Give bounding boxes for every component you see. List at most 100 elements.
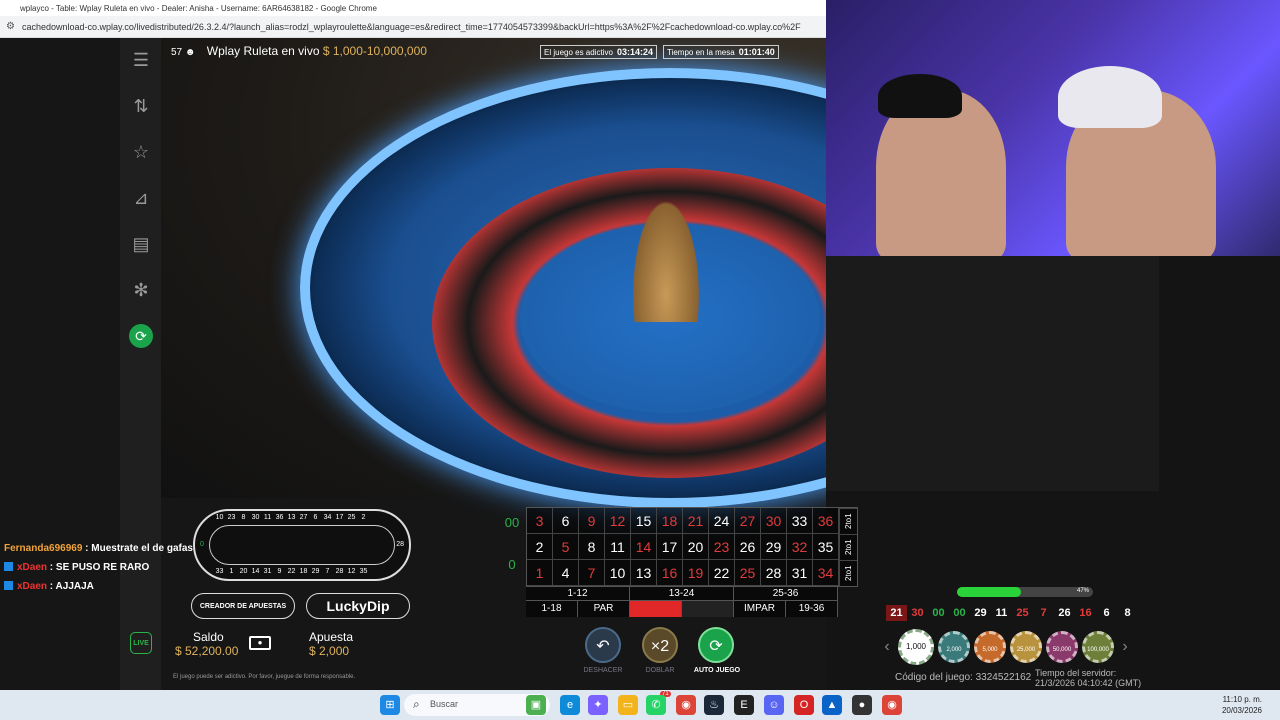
star-icon[interactable]: ☆ [129, 140, 153, 164]
edge-icon[interactable]: e [560, 695, 580, 715]
double-zero-cell[interactable]: 00 [500, 515, 524, 555]
column-bet-cell[interactable]: 2to1 [839, 508, 857, 534]
red-bet-cell[interactable] [630, 601, 682, 617]
chevron-right-icon[interactable]: › [1118, 638, 1132, 656]
number-cell[interactable]: 33 [787, 508, 813, 534]
racetrack-number[interactable]: 31 [263, 568, 272, 575]
cash-icon[interactable]: ● [249, 636, 271, 650]
number-cell[interactable]: 16 [657, 560, 683, 586]
lucky-dip-button[interactable]: LuckyDip [306, 593, 410, 619]
racetrack-number[interactable]: 35 [359, 568, 368, 575]
racetrack-number[interactable]: 25 [347, 514, 356, 521]
dozen-bet-cell[interactable]: 25-36 [734, 587, 838, 601]
number-cell[interactable]: 26 [735, 534, 761, 560]
racetrack-number[interactable]: 36 [275, 514, 284, 521]
chart-icon[interactable]: ⊿ [129, 186, 153, 210]
number-cell[interactable]: 20 [683, 534, 709, 560]
chrome-active-icon[interactable]: ◉ [882, 695, 902, 715]
obs-icon[interactable]: ● [852, 695, 872, 715]
number-cell[interactable]: 1 [527, 560, 553, 586]
number-cell[interactable]: 18 [657, 508, 683, 534]
dozen-bet-cell[interactable]: 13-24 [630, 587, 734, 601]
racetrack-number[interactable]: 6 [311, 514, 320, 521]
racetrack-inner[interactable] [209, 525, 395, 565]
racetrack-number[interactable]: 14 [251, 568, 260, 575]
file-explorer-icon[interactable]: ▭ [618, 695, 638, 715]
even-money-cell[interactable]: PAR [578, 601, 630, 617]
number-cell[interactable]: 27 [735, 508, 761, 534]
racetrack-number[interactable]: 13 [287, 514, 296, 521]
number-cell[interactable]: 22 [709, 560, 735, 586]
even-money-cell[interactable]: 1-18 [526, 601, 578, 617]
number-cell[interactable]: 6 [553, 508, 579, 534]
racetrack-number[interactable]: 29 [311, 568, 320, 575]
number-cell[interactable]: 12 [605, 508, 631, 534]
opera-icon[interactable]: O [794, 695, 814, 715]
racetrack-zero[interactable]: 0 [200, 541, 204, 548]
sort-icon[interactable]: ⇅ [129, 94, 153, 118]
number-cell[interactable]: 28 [761, 560, 787, 586]
even-money-cell[interactable]: 19-36 [786, 601, 838, 617]
racetrack-number[interactable]: 22 [287, 568, 296, 575]
taskbar-clock[interactable]: 11:10 p. m. 20/03/2026 [1222, 694, 1262, 716]
chip[interactable]: 2,000 [938, 631, 970, 663]
racetrack-number[interactable]: 11 [263, 514, 272, 521]
number-cell[interactable]: 23 [709, 534, 735, 560]
double-button[interactable]: ×2 [642, 627, 678, 663]
autoplay-button[interactable]: ⟳ [698, 627, 734, 663]
clipboard-icon[interactable]: ▤ [129, 232, 153, 256]
number-cell[interactable]: 25 [735, 560, 761, 586]
epic-icon[interactable]: E [734, 695, 754, 715]
number-cell[interactable]: 3 [527, 508, 553, 534]
even-money-cell[interactable]: IMPAR [734, 601, 786, 617]
number-cell[interactable]: 10 [605, 560, 631, 586]
column-bet-cell[interactable]: 2to1 [839, 560, 857, 586]
number-cell[interactable]: 34 [813, 560, 839, 586]
number-cell[interactable]: 11 [605, 534, 631, 560]
undo-button[interactable]: ↶ [585, 627, 621, 663]
address-bar[interactable]: ⚙ cachedownload-co.wplay.co/livedistribu… [0, 16, 826, 38]
whatsapp-icon[interactable]: ✆ [646, 695, 666, 715]
racetrack-number[interactable]: 23 [227, 514, 236, 521]
number-cell[interactable]: 24 [709, 508, 735, 534]
racetrack-number[interactable]: 30 [251, 514, 260, 521]
widgets-icon[interactable]: ▣ [526, 695, 546, 715]
number-cell[interactable]: 13 [631, 560, 657, 586]
steam-icon[interactable]: ♨ [704, 695, 724, 715]
number-cell[interactable]: 30 [761, 508, 787, 534]
number-cell[interactable]: 14 [631, 534, 657, 560]
number-cell[interactable]: 2 [527, 534, 553, 560]
number-cell[interactable]: 31 [787, 560, 813, 586]
racetrack-number[interactable]: 9 [275, 568, 284, 575]
racetrack[interactable]: 10 23 8 30 11 36 13 27 6 34 17 25 2 33 1 20 14 31 9 22 18 29… [193, 509, 411, 581]
chip[interactable]: 5,000 [974, 631, 1006, 663]
number-cell[interactable]: 4 [553, 560, 579, 586]
racetrack-number[interactable]: 17 [335, 514, 344, 521]
racetrack-number[interactable]: 20 [239, 568, 248, 575]
racetrack-right[interactable]: 28 [396, 541, 404, 548]
chevron-left-icon[interactable]: ‹ [880, 638, 894, 656]
store-icon[interactable]: ▲ [822, 695, 842, 715]
racetrack-number[interactable]: 7 [323, 568, 332, 575]
racetrack-number[interactable]: 10 [215, 514, 224, 521]
racetrack-number[interactable]: 18 [299, 568, 308, 575]
number-cell[interactable]: 21 [683, 508, 709, 534]
autoplay-icon[interactable]: ⟳ [129, 324, 153, 348]
number-cell[interactable]: 5 [553, 534, 579, 560]
zero-cell[interactable]: 0 [500, 557, 524, 597]
menu-icon[interactable]: ☰ [129, 48, 153, 72]
wheel-icon[interactable]: ✻ [129, 278, 153, 302]
chip[interactable]: 1,000 [898, 629, 934, 665]
racetrack-number[interactable]: 34 [323, 514, 332, 521]
chip[interactable]: 100,000 [1082, 631, 1114, 663]
chrome-icon[interactable]: ◉ [676, 695, 696, 715]
number-cell[interactable]: 8 [579, 534, 605, 560]
number-cell[interactable]: 17 [657, 534, 683, 560]
number-cell[interactable]: 29 [761, 534, 787, 560]
racetrack-number[interactable]: 8 [239, 514, 248, 521]
racetrack-number[interactable]: 12 [347, 568, 356, 575]
number-cell[interactable]: 35 [813, 534, 839, 560]
racetrack-number[interactable]: 33 [215, 568, 224, 575]
racetrack-number[interactable]: 28 [335, 568, 344, 575]
racetrack-bottom-row[interactable]: 33 1 20 14 31 9 22 18 29 7 28 12 35 [215, 568, 368, 575]
